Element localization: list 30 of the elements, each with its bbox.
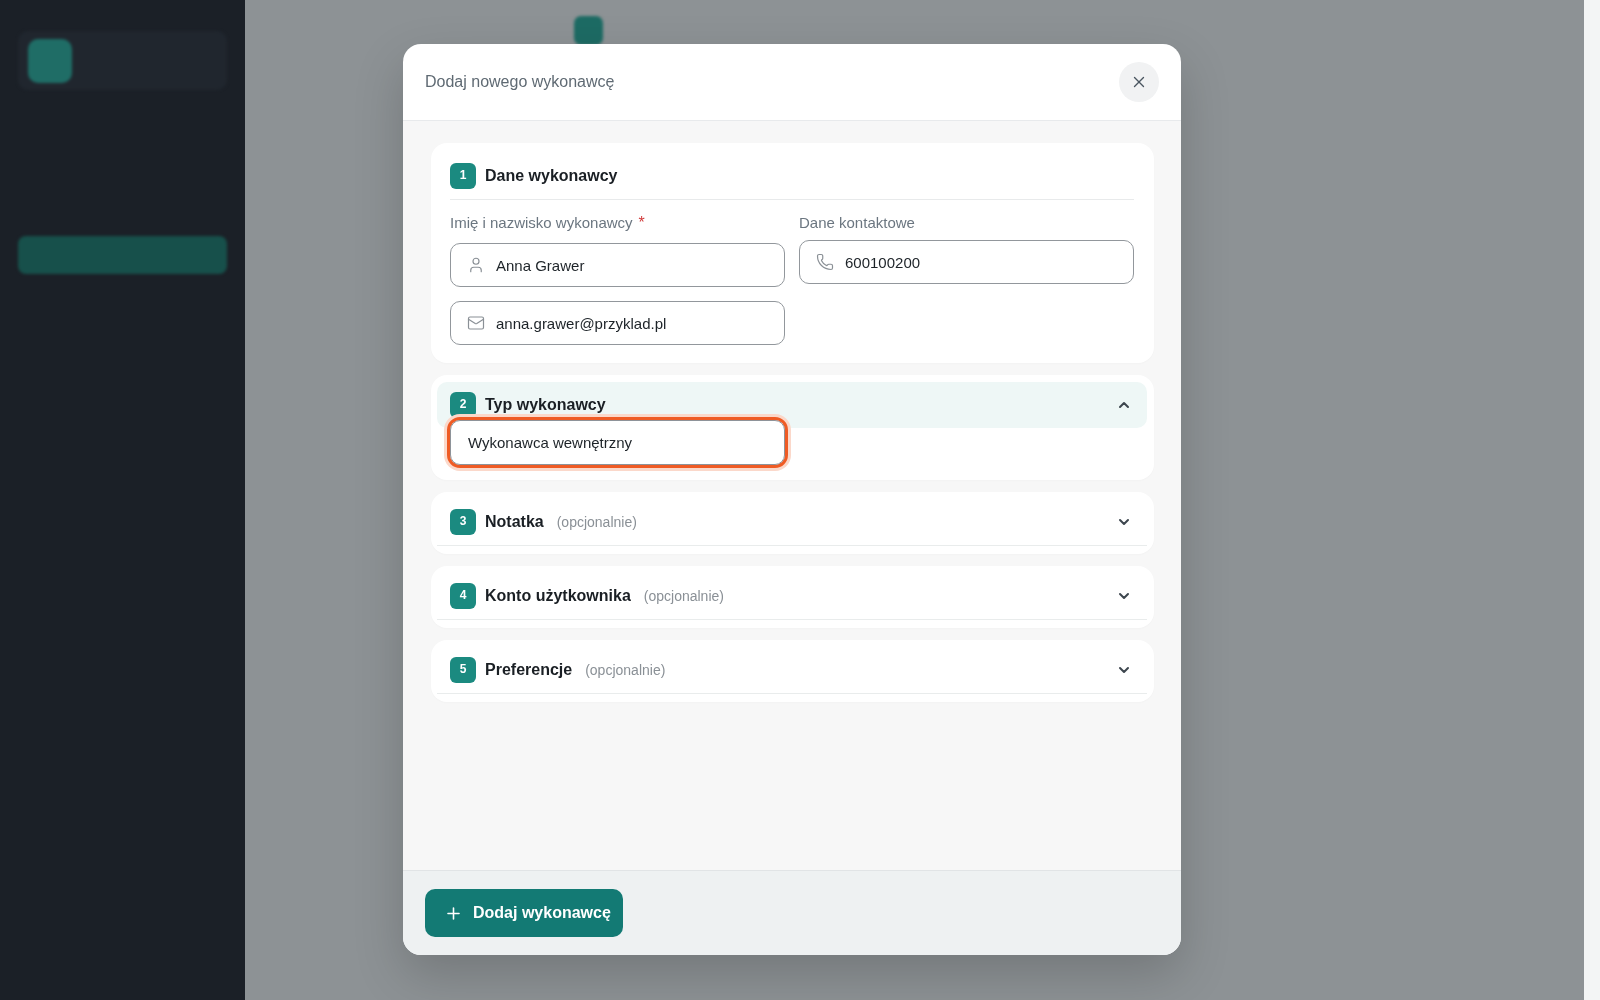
step-number: 3 (450, 509, 476, 535)
field-label: Dane kontaktowe (799, 214, 915, 232)
optional-hint: (opcjonalnie) (585, 662, 666, 678)
optional-hint: (opcjonalnie) (643, 588, 724, 604)
dialog-title: Dodaj nowego wykonawcę (425, 73, 615, 91)
section-title: Notatka (485, 513, 544, 531)
person-input-field[interactable]: Anna Grawer (450, 243, 785, 287)
optional-hint: (opcjonalnie) (556, 514, 637, 530)
email-input-field[interactable]: anna.grawer@przyklad.pl (450, 301, 785, 345)
field-label: Imię i nazwisko wykonawcy (450, 214, 633, 232)
blurred-square-tile (574, 16, 603, 45)
person-icon (467, 256, 485, 274)
add-contractor-button[interactable]: Dodaj wykonawcę (425, 889, 623, 937)
section-header[interactable]: 5 Preferencje (opcjonalnie) (437, 647, 1147, 694)
section-header[interactable]: 3 Notatka (opcjonalnie) (437, 499, 1147, 546)
phone-input-field[interactable]: 600100200 (799, 240, 1134, 284)
step-number: 1 (450, 163, 476, 189)
contractor-type-select[interactable]: Wykonawca wewnętrzny (444, 414, 791, 471)
blurred-avatar (28, 38, 72, 83)
step-number: 4 (450, 583, 476, 609)
section-header[interactable]: 4 Konto użytkownika (opcjonalnie) (437, 573, 1147, 620)
envelope-icon (467, 314, 485, 332)
section-title: Konto użytkownika (485, 587, 631, 605)
required-mark: * (638, 214, 645, 232)
section-title: Preferencje (485, 661, 573, 679)
section-title: Dane wykonawcy (485, 167, 618, 185)
step-number: 5 (450, 657, 476, 683)
phone-icon (816, 253, 834, 271)
close-button[interactable] (1119, 62, 1159, 102)
section-title: Typ wykonawcy (485, 396, 606, 414)
